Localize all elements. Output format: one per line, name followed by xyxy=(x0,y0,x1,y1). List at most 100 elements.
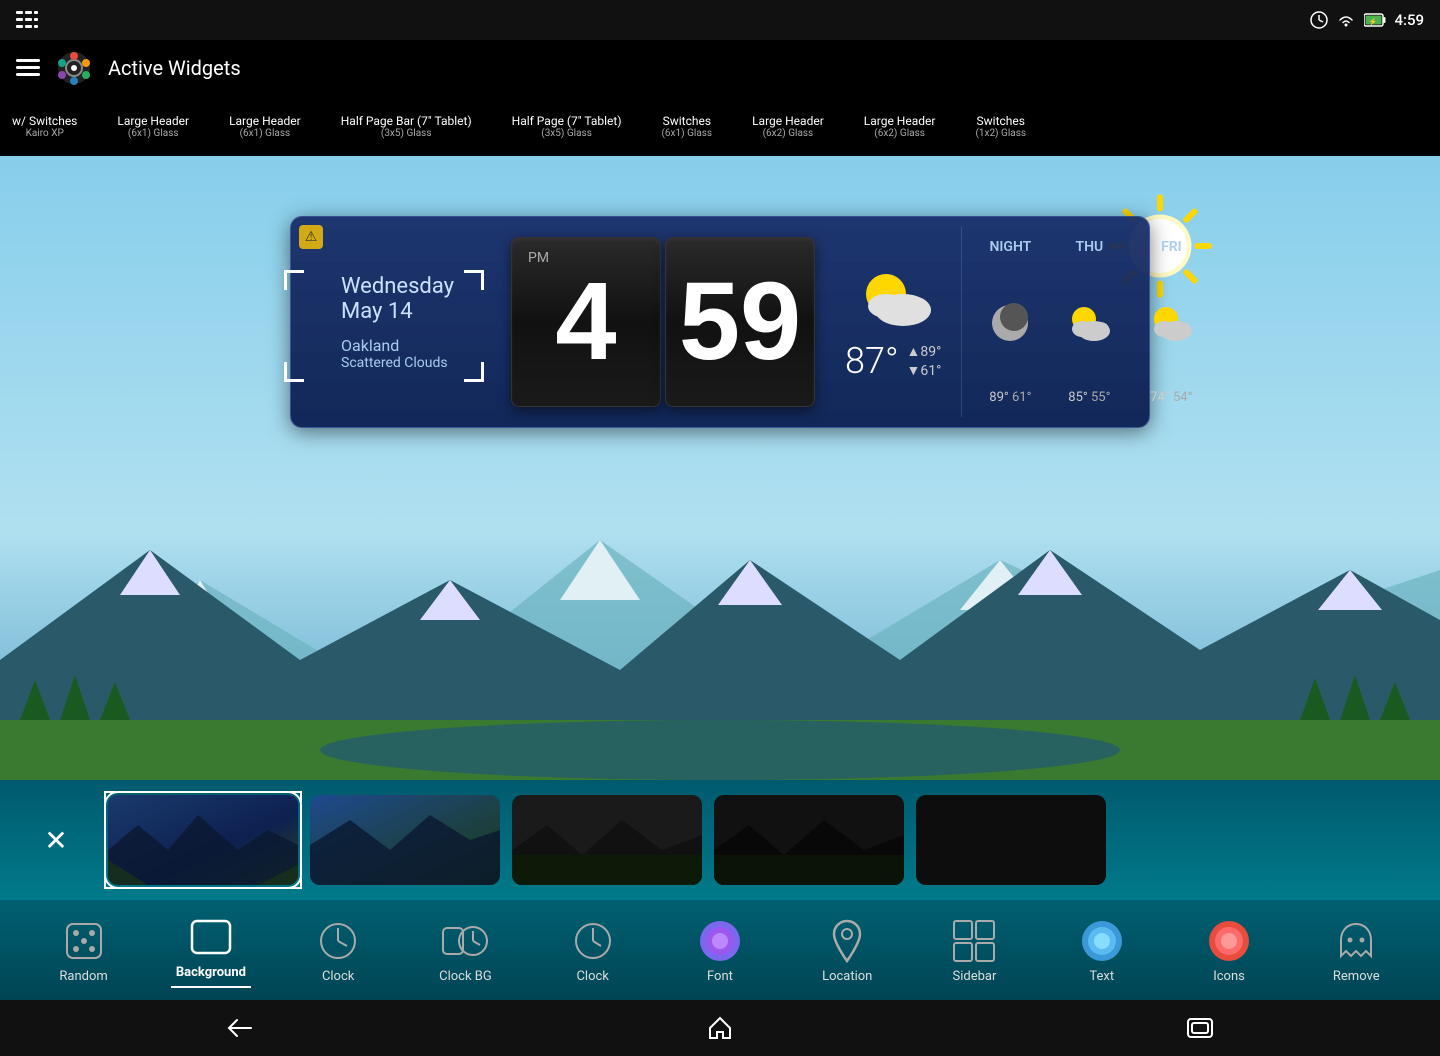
toolbar-label-remove: Remove xyxy=(1333,969,1380,984)
wifi-icon xyxy=(1336,12,1356,28)
font-icon xyxy=(696,917,744,965)
app-title: Active Widgets xyxy=(108,56,241,80)
resize-handle-br[interactable] xyxy=(464,362,484,382)
toolbar-item-clock2[interactable]: Clock xyxy=(553,917,633,984)
widget-item-4[interactable]: Half Page (7" Tablet) (3x5) Glass xyxy=(512,114,622,139)
hamburger-icon xyxy=(16,11,38,29)
status-bar-right: ⚡ 4:59 xyxy=(1310,11,1424,29)
background-icon xyxy=(187,913,235,961)
theme-card-1[interactable] xyxy=(310,795,500,885)
partly-cloudy-icon-thu xyxy=(1064,301,1114,345)
forecast-night: NIGHT 89° 61° xyxy=(972,227,1048,417)
toolbar-item-random[interactable]: Random xyxy=(44,917,124,984)
ampm-label: PM xyxy=(528,250,549,266)
forecast-thu: THU 85° 55° xyxy=(1048,227,1130,417)
widgets-strip: w/ Switches Kairo XP Large Header (6x1) … xyxy=(0,96,1440,156)
toolbar-item-clock-bg[interactable]: Clock BG xyxy=(425,917,505,984)
toolbar-label-location: Location xyxy=(822,969,872,984)
tc-handle-tr xyxy=(290,791,302,803)
tc-handle-tl xyxy=(104,791,116,803)
resize-handle-bl[interactable] xyxy=(284,362,304,382)
icons-icon xyxy=(1205,917,1253,965)
minute-value: 59 xyxy=(679,267,801,377)
widget-item-7[interactable]: Large Header (6x2) Glass xyxy=(864,114,936,139)
clock-icon xyxy=(314,917,362,965)
status-time: 4:59 xyxy=(1394,11,1424,29)
low-temp: ▼61° xyxy=(907,362,942,379)
random-icon xyxy=(60,917,108,965)
location-icon xyxy=(823,917,871,965)
toolbar-item-background[interactable]: Background xyxy=(171,913,251,988)
back-button[interactable] xyxy=(200,1008,280,1048)
toolbar-label-clock-bg: Clock BG xyxy=(439,969,492,984)
theme-selected-wrapper xyxy=(108,795,298,885)
home-button[interactable] xyxy=(680,1008,760,1048)
recents-button[interactable] xyxy=(1160,1008,1240,1048)
widget-item-0[interactable]: w/ Switches Kairo XP xyxy=(12,114,77,139)
menu-icon[interactable] xyxy=(16,59,40,77)
toolbar-item-icons[interactable]: Icons xyxy=(1189,917,1269,984)
toolbar-label-clock2: Clock xyxy=(576,969,608,984)
theme-close-button[interactable]: ✕ xyxy=(16,795,96,885)
widget-item-1[interactable]: Large Header (6x1) Glass xyxy=(117,114,189,139)
forecast-fri: FRI 74° 54° xyxy=(1130,227,1212,417)
high-temp: ▲89° xyxy=(907,343,942,360)
tc-handle-bl xyxy=(104,877,116,889)
bottom-toolbar: Random Background Clock xyxy=(0,900,1440,1000)
current-weather-icon xyxy=(848,262,938,332)
sidebar-icon xyxy=(950,917,998,965)
toolbar-item-sidebar[interactable]: Sidebar xyxy=(934,917,1014,984)
minute-digit: 59 xyxy=(665,237,815,407)
app-bar: Active Widgets xyxy=(0,40,1440,96)
widget-item-5[interactable]: Switches (6x1) Glass xyxy=(662,114,713,139)
toolbar-label-icons: Icons xyxy=(1213,969,1245,984)
toolbar-label-random: Random xyxy=(59,969,107,984)
toolbar-label-text: Text xyxy=(1089,969,1114,984)
theme-card-0[interactable] xyxy=(108,795,298,885)
text-icon xyxy=(1078,917,1126,965)
remove-icon xyxy=(1332,917,1380,965)
theme-card-3[interactable] xyxy=(714,795,904,885)
tc-handle-br xyxy=(290,877,302,889)
widget-item-8[interactable]: Switches (1x2) Glass xyxy=(975,114,1026,139)
forecast-fri-temps: 74° 54° xyxy=(1150,390,1192,405)
toolbar-label-background: Background xyxy=(176,965,246,980)
clock-bg-icon xyxy=(441,917,489,965)
forecast-thu-label: THU xyxy=(1076,239,1104,255)
battery-icon: ⚡ xyxy=(1364,13,1386,27)
moon-icon xyxy=(988,301,1032,345)
toolbar-item-location[interactable]: Location xyxy=(807,917,887,984)
forecast-night-temps: 89° 61° xyxy=(989,390,1031,405)
widget-selection-handles xyxy=(284,270,484,382)
current-temp: 87° xyxy=(845,340,899,382)
theme-card-4[interactable] xyxy=(916,795,1106,885)
partly-cloudy-icon-fri xyxy=(1146,301,1196,345)
status-bar-left xyxy=(16,11,38,29)
toolbar-item-font[interactable]: Font xyxy=(680,917,760,984)
hi-lo-temps: ▲89° ▼61° xyxy=(907,343,942,379)
toolbar-item-clock[interactable]: Clock xyxy=(298,917,378,984)
nav-bar xyxy=(0,1000,1440,1056)
toolbar-label-sidebar: Sidebar xyxy=(953,969,997,984)
mountains-graphic xyxy=(0,500,1440,780)
clock2-icon xyxy=(569,917,617,965)
widget-item-2[interactable]: Large Header (6x1) Glass xyxy=(229,114,301,139)
svg-text:⚡: ⚡ xyxy=(1369,17,1378,26)
widget-item-3[interactable]: Half Page Bar (7" Tablet) (3x5) Glass xyxy=(341,114,472,139)
theme-card-2[interactable] xyxy=(512,795,702,885)
resize-handle-tr[interactable] xyxy=(464,270,484,290)
forecast-night-label: NIGHT xyxy=(989,239,1031,255)
toolbar-label-font: Font xyxy=(707,969,733,984)
forecast-thu-temps: 85° 55° xyxy=(1068,390,1110,405)
app-logo xyxy=(56,50,92,86)
widget-clock: PM 4 59 xyxy=(501,227,825,417)
clock-status-icon xyxy=(1310,11,1328,29)
toolbar-label-clock: Clock xyxy=(322,969,354,984)
hour-digit: PM 4 xyxy=(511,237,661,407)
status-bar: ⚡ 4:59 xyxy=(0,0,1440,40)
resize-handle-tl[interactable] xyxy=(284,270,304,290)
forecast-fri-label: FRI xyxy=(1161,239,1182,255)
widget-item-6[interactable]: Large Header (6x2) Glass xyxy=(752,114,824,139)
toolbar-item-remove[interactable]: Remove xyxy=(1316,917,1396,984)
toolbar-item-text[interactable]: Text xyxy=(1062,917,1142,984)
